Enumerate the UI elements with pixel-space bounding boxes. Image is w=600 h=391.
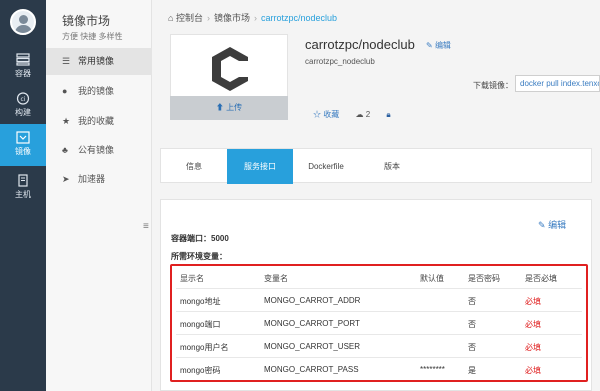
breadcrumb-market[interactable]: 镜像市场 bbox=[214, 13, 250, 23]
table-row: mongo地址 MONGO_CARROT_ADDR 否 必填 bbox=[176, 289, 582, 312]
tab-versions[interactable]: 版本 bbox=[359, 149, 425, 184]
sidebar-item-common-images[interactable]: ☰ 常用镜像 bbox=[46, 48, 152, 75]
nav-label: 容器 bbox=[15, 69, 31, 78]
nav-item-hosts[interactable]: 主机 bbox=[0, 167, 46, 207]
service-ports-panel: ✎ 编辑 容器端口：5000 所需环境变量： 显示名 变量名 默认值 是否密码 … bbox=[160, 199, 592, 391]
svg-text:ci: ci bbox=[21, 96, 26, 103]
breadcrumb: ⌂ 控制台 › 镜像市场 › carrotzpc/nodeclub bbox=[168, 13, 338, 23]
repo-title: carrotzpc/nodeclub bbox=[305, 37, 415, 52]
tab-service-ports[interactable]: 服务接口 bbox=[227, 149, 293, 184]
favorite-button[interactable]: ☆ 收藏 bbox=[313, 109, 339, 120]
repo-subtitle: carrotzpc_nodeclub bbox=[305, 57, 375, 66]
nav-label: 构建 bbox=[15, 108, 31, 117]
tab-dockerfile[interactable]: Dockerfile bbox=[293, 149, 359, 184]
upload-icon: ⬆ bbox=[215, 103, 224, 112]
star-icon: ★ bbox=[62, 116, 71, 126]
avatar[interactable] bbox=[10, 9, 36, 35]
nav-item-images[interactable]: 镜像 bbox=[0, 124, 46, 166]
repo-header: ⬆ 上传 carrotzpc/nodeclub ✎ 编辑 carrotzpc_n… bbox=[168, 34, 600, 134]
sidebar-item-favorites[interactable]: ★ 我的收藏 bbox=[46, 108, 152, 135]
sidebar-item-my-images[interactable]: ● 我的镜像 bbox=[46, 78, 152, 105]
host-icon bbox=[18, 174, 28, 187]
column-header: 默认值 bbox=[420, 274, 444, 283]
image-box-icon bbox=[16, 131, 30, 144]
column-header: 是否必填 bbox=[525, 274, 557, 283]
rocket-icon: ➤ bbox=[62, 174, 70, 184]
sidebar-subtitle: 方便 快捷 多样性 bbox=[62, 32, 123, 41]
edit-icon: ✎ bbox=[426, 41, 433, 50]
container-port: 容器端口：5000 bbox=[171, 234, 229, 243]
env-title: 所需环境变量： bbox=[171, 252, 227, 261]
tab-info[interactable]: 信息 bbox=[161, 149, 227, 184]
column-header: 显示名 bbox=[180, 274, 204, 283]
nav-label: 镜像 bbox=[15, 147, 31, 156]
sidebar-item-label: 加速器 bbox=[78, 174, 106, 184]
download-command-field[interactable]: docker pull index.tenxcloud.com/carrotzp… bbox=[515, 75, 600, 92]
cloud-icon: ☁ bbox=[355, 110, 364, 119]
sub-sidebar: 镜像市场 方便 快捷 多样性 ☰ 常用镜像 ● 我的镜像 ★ 我的收藏 ♣ 公有镜像 ➤… bbox=[46, 0, 152, 391]
sidebar-item-label: 公有镜像 bbox=[78, 145, 115, 155]
repo-logo-image bbox=[212, 47, 248, 91]
star-count: ☁ 2 bbox=[355, 110, 371, 119]
main-nav: 容器 ci 构建 镜像 主机 bbox=[0, 0, 46, 391]
nav-item-containers[interactable]: 容器 bbox=[0, 46, 46, 86]
home-icon: ⌂ bbox=[168, 13, 174, 23]
sidebar-item-label: 常用镜像 bbox=[78, 56, 115, 66]
table-row: mongo用户名 MONGO_CARROT_USER 否 必填 bbox=[176, 335, 582, 358]
table-row: mongo端口 MONGO_CARROT_PORT 否 必填 bbox=[176, 312, 582, 335]
edit-icon: ✎ bbox=[538, 220, 546, 230]
column-header: 是否密码 bbox=[468, 274, 500, 283]
star-outline-icon: ☆ bbox=[313, 110, 321, 119]
server-icon bbox=[16, 53, 30, 66]
user-icon: ● bbox=[62, 86, 68, 96]
users-icon: ♣ bbox=[62, 145, 68, 155]
table-header: 显示名 变量名 默认值 是否密码 是否必填 bbox=[176, 266, 582, 289]
table-row: mongo密码 MONGO_CARROT_PASS ******** 是 必填 bbox=[180, 365, 541, 375]
nav-item-build[interactable]: ci 构建 bbox=[0, 85, 46, 125]
nav-label: 主机 bbox=[15, 190, 31, 199]
copyright-icon: ci bbox=[16, 92, 30, 105]
sidebar-title: 镜像市场 bbox=[62, 14, 111, 28]
lock-icon: 🔒︎ bbox=[386, 110, 391, 119]
breadcrumb-home[interactable]: 控制台 bbox=[176, 13, 203, 23]
upload-button[interactable]: ⬆ 上传 bbox=[170, 96, 288, 120]
edit-repo-link[interactable]: ✎ 编辑 bbox=[426, 40, 451, 51]
column-header: 变量名 bbox=[264, 274, 288, 283]
sidebar-item-public-images[interactable]: ♣ 公有镜像 bbox=[46, 137, 152, 164]
breadcrumb-current: carrotzpc/nodeclub bbox=[260, 13, 338, 23]
download-label: 下载镜像： bbox=[473, 81, 513, 90]
env-table: 显示名 变量名 默认值 是否密码 是否必填 mongo地址 MONGO_CARR… bbox=[170, 264, 588, 382]
tab-bar: 信息 服务接口 Dockerfile 版本 bbox=[160, 148, 592, 184]
sidebar-item-accelerator[interactable]: ➤ 加速器 bbox=[46, 166, 152, 193]
repo-stats: ☆ 收藏 ☁ 2 🔒︎ bbox=[313, 109, 405, 120]
list-icon: ☰ bbox=[62, 56, 71, 66]
sidebar-item-label: 我的镜像 bbox=[78, 86, 115, 96]
main-content: ⌂ 控制台 › 镜像市场 › carrotzpc/nodeclub ⬆ 上传 carro… bbox=[152, 0, 600, 391]
sidebar-collapse-handle[interactable]: ≡ bbox=[143, 222, 152, 232]
edit-ports-button[interactable]: ✎ 编辑 bbox=[538, 218, 566, 231]
sidebar-item-label: 我的收藏 bbox=[78, 116, 115, 126]
